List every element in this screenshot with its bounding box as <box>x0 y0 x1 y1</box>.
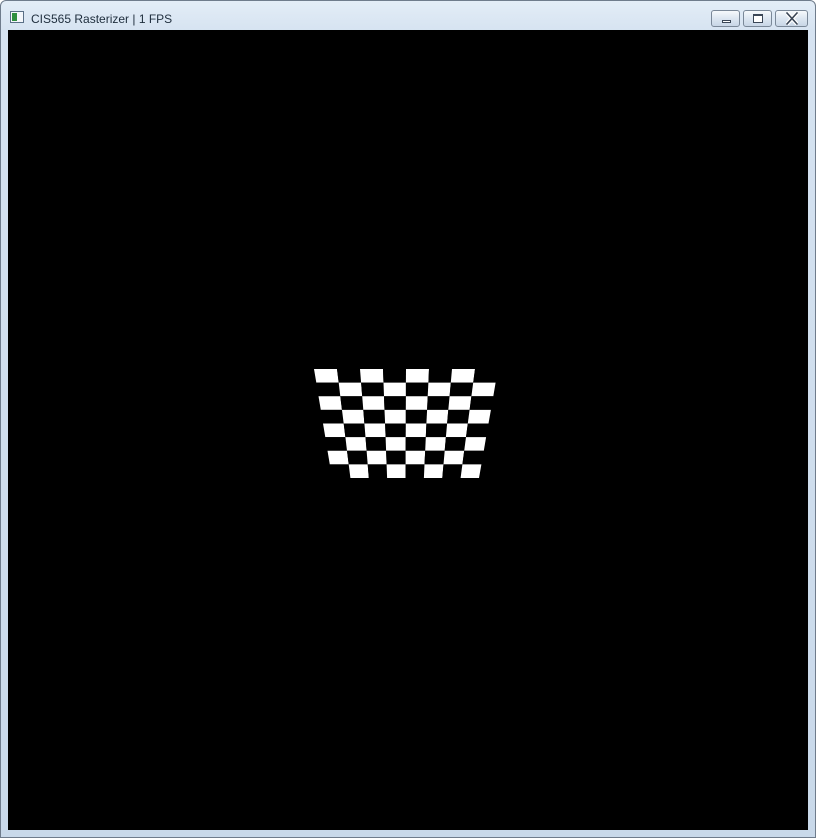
checker-tile-white <box>443 450 465 465</box>
checker-tile-black <box>444 437 466 451</box>
checker-tile-black <box>325 437 347 451</box>
checker-tile-black <box>337 369 362 383</box>
checker-tile-white <box>383 382 406 397</box>
checker-tile-black <box>361 382 384 397</box>
checker-tile-white <box>405 423 427 438</box>
checker-tile-white <box>345 437 367 451</box>
window-title: CIS565 Rasterizer | 1 FPS <box>31 12 173 26</box>
checker-tile-white <box>386 464 406 478</box>
checker-tile-black <box>405 464 425 478</box>
checker-tile-white <box>450 369 475 383</box>
checker-tile-black <box>447 409 470 424</box>
render-viewport[interactable] <box>8 30 808 830</box>
checker-tile-black <box>469 396 494 410</box>
checker-tile-white <box>405 450 426 465</box>
checker-tile-black <box>462 450 484 465</box>
checker-tile-white <box>360 369 384 383</box>
checker-tile-black <box>425 423 448 438</box>
checker-tile-white <box>423 464 444 478</box>
checker-tile-white <box>405 396 428 410</box>
checker-tile-black <box>449 382 474 397</box>
checker-tile-white <box>464 437 487 451</box>
title-bar[interactable]: CIS565 Rasterizer | 1 FPS <box>1 1 815 31</box>
minimize-icon <box>722 20 731 23</box>
checker-tile-black <box>424 450 445 465</box>
checker-tile-black <box>384 396 406 410</box>
checker-tile-white <box>448 396 472 410</box>
checker-tile-white <box>425 437 446 451</box>
app-icon[interactable] <box>10 11 24 23</box>
checker-tile-white <box>445 423 468 438</box>
application-window: CIS565 Rasterizer | 1 FPS <box>0 0 816 838</box>
rendered-scene <box>314 369 498 478</box>
checker-tile-black <box>347 450 368 465</box>
checker-tile-white <box>364 423 386 438</box>
close-icon <box>786 12 798 25</box>
checker-tile-black <box>365 437 387 451</box>
checker-tile-black <box>363 409 386 424</box>
checker-tile-black <box>329 464 351 478</box>
checker-tile-black <box>320 409 344 424</box>
checker-tile-black <box>405 437 426 451</box>
checker-tile-black <box>427 396 450 410</box>
checker-tile-white <box>348 464 369 478</box>
checker-tile-black <box>385 423 406 438</box>
checker-tile-white <box>460 464 482 478</box>
checker-tile-black <box>383 369 406 383</box>
checker-tile-white <box>323 423 346 438</box>
checker-tile-black <box>340 396 364 410</box>
checker-tile-black <box>466 423 489 438</box>
checker-tile-white <box>362 396 385 410</box>
checker-tile-white <box>426 409 449 424</box>
checker-tile-white <box>366 450 387 465</box>
checker-tile-white <box>385 437 406 451</box>
checker-tile-white <box>314 369 339 383</box>
maximize-button[interactable] <box>743 10 772 27</box>
checker-tile-white <box>467 409 491 424</box>
checker-tile-black <box>316 382 341 397</box>
checker-tile-white <box>427 382 451 397</box>
checker-tile-white <box>384 409 406 424</box>
checker-tile-black <box>473 369 498 383</box>
checker-tile-white <box>338 382 363 397</box>
checkerboard-plane <box>314 369 498 478</box>
checker-tile-white <box>342 409 365 424</box>
checker-tile-black <box>405 382 429 397</box>
checker-tile-black <box>442 464 463 478</box>
close-button[interactable] <box>775 10 808 27</box>
checker-tile-black <box>343 423 366 438</box>
checker-tile-black <box>428 369 452 383</box>
checker-tile-black <box>405 409 428 424</box>
minimize-button[interactable] <box>711 10 740 27</box>
checker-tile-white <box>471 382 496 397</box>
checker-tile-white <box>405 369 429 383</box>
checker-tile-white <box>327 450 349 465</box>
checker-tile-black <box>386 450 406 465</box>
maximize-icon <box>753 14 763 23</box>
checker-tile-white <box>318 396 342 410</box>
checker-tile-black <box>367 464 388 478</box>
